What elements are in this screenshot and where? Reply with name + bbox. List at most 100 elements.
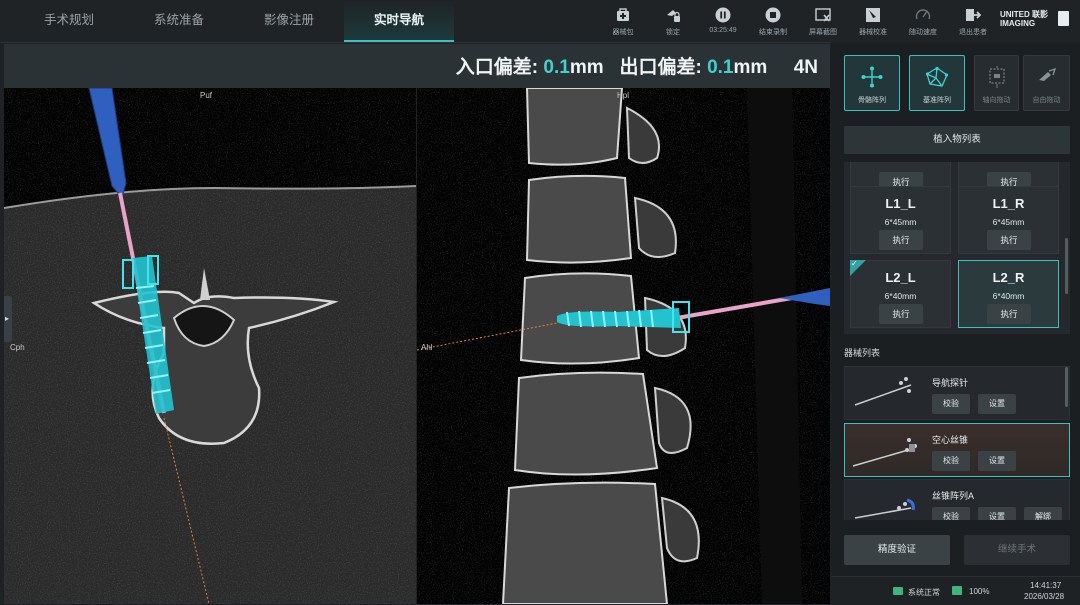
execute-button[interactable]: 执行	[987, 304, 1031, 324]
unbind-button[interactable]: 解绑	[1024, 507, 1062, 520]
instrument-name: 丝锥阵列A	[932, 491, 975, 501]
brand-line2: IMAGING	[1000, 19, 1036, 28]
instrument-list-title: 器械列表	[844, 348, 881, 358]
tab-system-preparation[interactable]: 系统准备	[124, 0, 234, 42]
execute-button[interactable]: 执行	[879, 304, 923, 324]
implant-name: L2_L	[885, 270, 916, 285]
verify-button[interactable]: 校验	[932, 451, 970, 471]
implant-name: L2_R	[992, 270, 1025, 285]
status-bar: 系统正常 100% 14:41:37 2026/03/28	[831, 576, 1080, 605]
axial-drag-label: 轴向拖动	[982, 97, 1011, 104]
hollow-tap-icon	[852, 438, 917, 467]
screenshot-label: 屏幕截图	[809, 29, 837, 36]
kit-button[interactable]: 器械包	[598, 4, 648, 40]
verify-button[interactable]: 校验	[932, 507, 970, 520]
workflow-tabs: 手术规划 系统准备 影像注册 实时导航	[14, 0, 454, 42]
instrument-nav-probe[interactable]: 导航探针 校验 设置	[844, 366, 1070, 420]
bone-array-label: 骨骼阵列	[858, 97, 886, 104]
entry-deviation-value: 0.1	[543, 57, 570, 78]
implant-size: 6*45mm	[992, 217, 1025, 227]
implant-size: 6*40mm	[884, 291, 917, 301]
recording-timer: 03:25:49	[709, 27, 737, 34]
kit-label: 器械包	[612, 29, 634, 36]
instrument-hollow-tap[interactable]: 空心丝锥 校验 设置	[844, 423, 1070, 477]
axial-drag-button[interactable]: 轴向拖动	[974, 55, 1019, 111]
toolbar: 器械包 锁定 03:25:49 结束录制 屏幕截图 器械校准 随动速度 退出患者	[598, 4, 998, 40]
base-array-icon	[925, 66, 949, 87]
base-array-button[interactable]: 基准阵列	[909, 55, 965, 111]
exit-patient-label: 退出患者	[959, 29, 987, 36]
sagittal-view[interactable]: Hpl Ahl	[417, 88, 830, 604]
implant-scrollbar[interactable]	[1065, 238, 1068, 294]
brand-mark-icon	[1058, 11, 1069, 26]
bone-array-icon	[861, 66, 883, 88]
battery-icon	[952, 586, 962, 595]
deviation-readout: 入口偏差: 0.1mm 出口偏差: 0.1mm 4N	[456, 52, 818, 79]
implant-card-l1-l[interactable]: L1_L 6*45mm 执行	[850, 186, 951, 254]
free-drag-icon	[1038, 67, 1056, 81]
free-drag-label: 自由拖动	[1032, 97, 1061, 104]
execute-button[interactable]: 执行	[987, 230, 1031, 250]
collapse-handle[interactable]: ▸	[4, 296, 12, 342]
exit-deviation-value: 0.1	[707, 57, 734, 78]
calibrate-icon	[866, 8, 880, 22]
entry-deviation-label: 入口偏差:	[455, 57, 539, 78]
bone-array-button[interactable]: 骨骼阵列	[844, 55, 900, 111]
axial-view[interactable]: Puf Cph	[4, 88, 416, 604]
follow-speed-button[interactable]: 随动速度	[898, 4, 948, 40]
axial-drag-icon	[988, 66, 1005, 88]
top-bar: 手术规划 系统准备 影像注册 实时导航 器械包 锁定 03:25:49 结束录制…	[0, 0, 1080, 43]
screenshot-icon	[815, 8, 831, 22]
implant-card-l2-l[interactable]: ✓ L2_L 6*40mm 执行	[850, 259, 951, 328]
stop-icon	[765, 7, 781, 23]
stop-recording-button[interactable]: 结束录制	[748, 4, 798, 40]
axial-ct-image	[4, 88, 416, 604]
brand-line1: UNITED 联影	[1000, 10, 1048, 19]
speed-icon	[915, 9, 931, 20]
right-panel: 骨骼阵列 基准阵列 轴向拖动 自由拖动 植入物列表 执行 执行 L1_L 6*4…	[831, 42, 1080, 605]
sagittal-top-label: Hpl	[617, 91, 630, 100]
instrument-tap-array-a[interactable]: 丝锥阵列A 校验 设置 解绑	[844, 479, 1070, 520]
system-ok-icon	[893, 587, 903, 595]
settings-button[interactable]: 设置	[978, 394, 1016, 414]
battery-level: 100%	[969, 587, 990, 596]
continue-surgery-button[interactable]: 继续手术	[964, 535, 1070, 565]
instrument-name: 空心丝锥	[932, 435, 969, 445]
implant-size: 6*45mm	[884, 217, 917, 227]
tab-realtime-navigation[interactable]: 实时导航	[344, 0, 454, 42]
accuracy-verify-button[interactable]: 精度验证	[844, 535, 950, 565]
implant-name: L1_R	[992, 196, 1025, 211]
implant-card-l2-r[interactable]: L2_R 6*40mm 执行	[958, 260, 1059, 328]
nav-probe-icon	[854, 377, 912, 406]
chevron-right-icon: ▸	[5, 314, 10, 323]
system-status: 系统正常	[908, 588, 940, 597]
tap-array-icon	[854, 498, 915, 519]
force-value: 4N	[793, 57, 818, 78]
exit-icon	[966, 9, 982, 21]
calibrate-label: 器械校准	[859, 29, 887, 36]
implant-card-l1-r[interactable]: L1_R 6*45mm 执行	[958, 186, 1059, 254]
stop-recording-label: 结束录制	[759, 29, 787, 36]
tab-image-registration[interactable]: 影像注册	[234, 0, 344, 42]
exit-patient-button[interactable]: 退出患者	[948, 4, 998, 40]
verify-button[interactable]: 校验	[932, 394, 970, 414]
instrument-list[interactable]: 导航探针 校验 设置 空心丝锥 校验 设置 丝锥阵列A 校验 设置 解绑	[844, 365, 1070, 520]
implant-name: L1_L	[885, 196, 916, 211]
settings-button[interactable]: 设置	[978, 451, 1016, 471]
sagittal-ct-image	[417, 88, 830, 604]
lock-button[interactable]: 锁定	[648, 4, 698, 40]
screenshot-button[interactable]: 屏幕截图	[798, 4, 848, 40]
settings-button[interactable]: 设置	[978, 507, 1016, 520]
implant-list[interactable]: 执行 执行 L1_L 6*45mm 执行 L1_R 6*45mm 执行 ✓ L2…	[844, 162, 1070, 334]
free-drag-button[interactable]: 自由拖动	[1023, 55, 1070, 111]
instrument-scrollbar[interactable]	[1065, 367, 1068, 407]
deviation-bar: 入口偏差: 0.1mm 出口偏差: 0.1mm 4N	[4, 44, 830, 88]
calibrate-button[interactable]: 器械校准	[848, 4, 898, 40]
sagittal-left-label: Ahl	[421, 343, 433, 352]
execute-button[interactable]: 执行	[879, 230, 923, 250]
entry-deviation-unit: mm	[569, 57, 604, 78]
pause-recording-button[interactable]: 03:25:49	[698, 4, 748, 40]
clock-time: 14:41:37	[1030, 581, 1062, 590]
tab-surgery-planning[interactable]: 手术规划	[14, 0, 124, 42]
implant-list-button[interactable]: 植入物列表	[844, 126, 1070, 154]
